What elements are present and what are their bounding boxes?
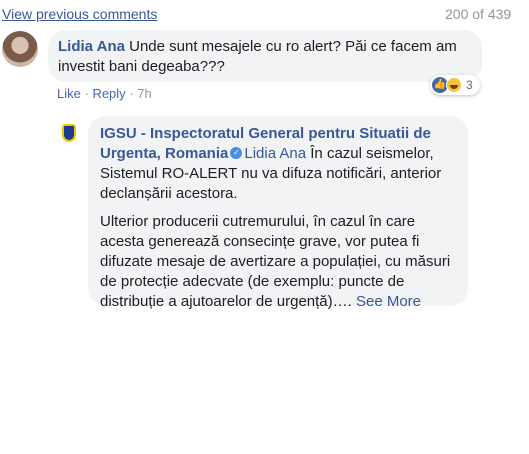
page-avatar[interactable] [57,122,81,146]
see-more-link[interactable]: See More [356,293,421,310]
reactions-summary[interactable]: 👍 3 [430,75,480,95]
reply-bubble: IGSU - Inspectoratul General pentru Situ… [88,116,468,310]
mention-link[interactable]: Lidia Ana [244,145,306,162]
comment-count: 200 of 439 [445,6,512,22]
comment-author[interactable]: Lidia Ana [58,38,125,55]
reaction-count: 3 [466,78,473,92]
haha-icon [446,77,462,93]
comment-timestamp[interactable]: 7h [137,86,151,101]
comment-body: Lidia Ana Unde sunt mesajele cu ro alert… [58,37,473,77]
comments-header: View previous comments 200 of 439 [2,6,511,26]
like-button[interactable]: Like [57,86,81,101]
verified-badge-icon: ✓ [230,147,243,160]
reply-first-paragraph: IGSU - Inspectoratul General pentru Situ… [100,124,460,204]
shield-icon [62,124,76,142]
view-previous-comments-link[interactable]: View previous comments [2,6,157,22]
comment-bubble: Lidia Ana Unde sunt mesajele cu ro alert… [48,30,482,82]
comment-actions: Like · Reply · 7h [57,86,152,101]
avatar[interactable] [2,31,38,67]
reply-button[interactable]: Reply [92,86,125,101]
reply-second-paragraph: Ulterior producerii cutremurului, în caz… [100,212,460,312]
